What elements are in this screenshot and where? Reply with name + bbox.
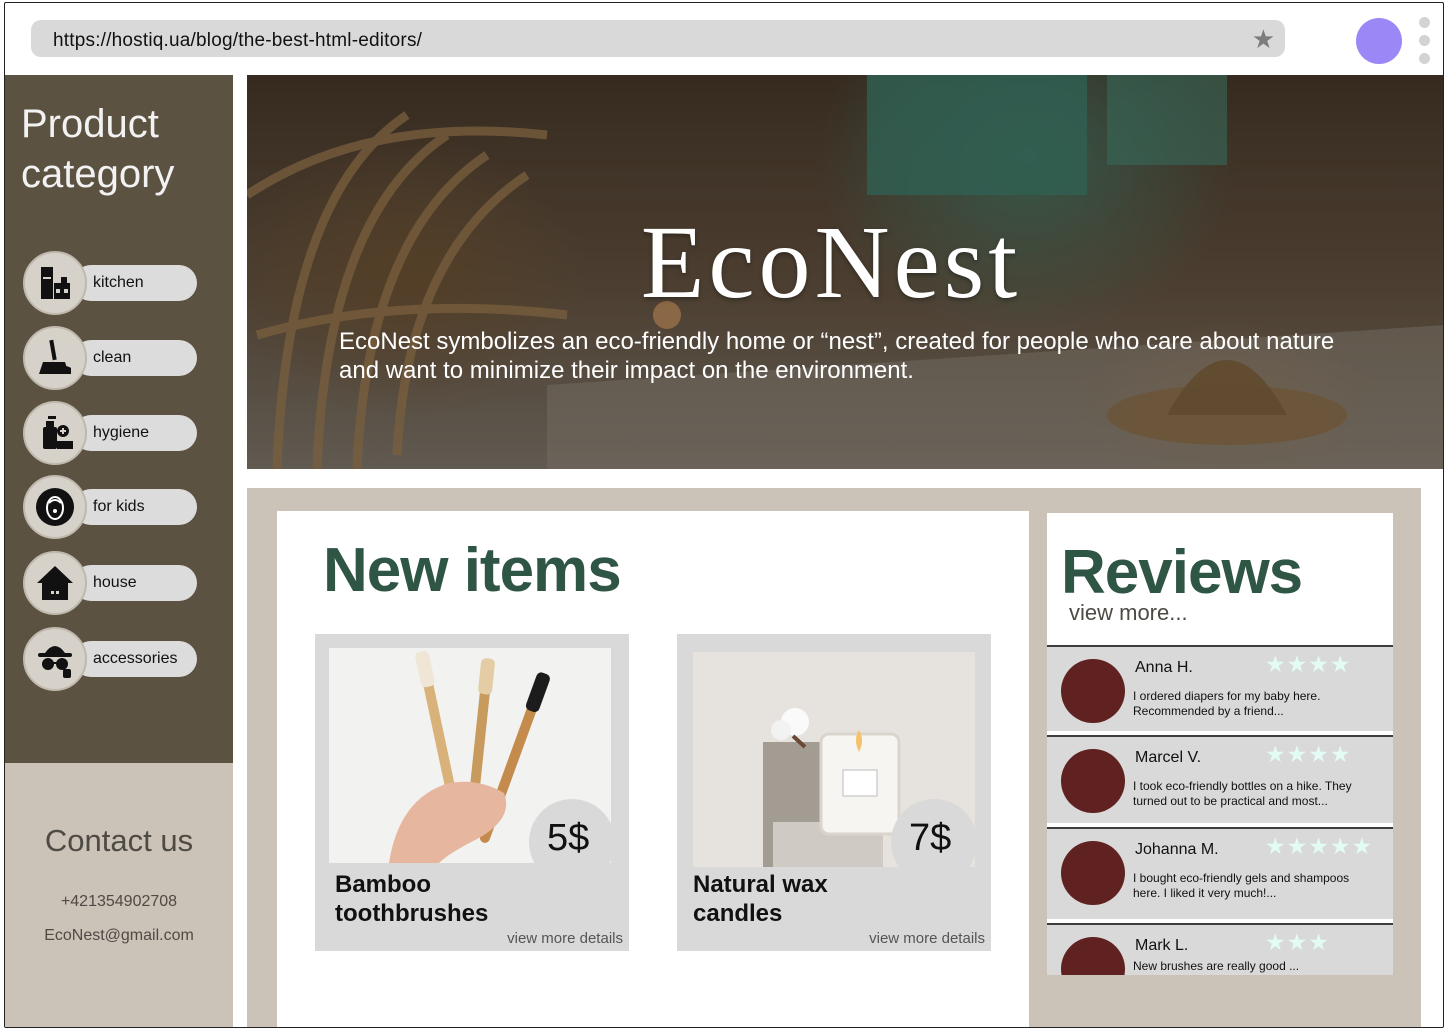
reviews-heading: Reviews [1061,538,1303,607]
soap-icon [23,401,87,465]
category-label: kitchen [93,274,144,291]
review-text: I took eco-friendly bottles on a hike. T… [1133,779,1352,808]
hero-tagline: EcoNest symbolizes an eco-friendly home … [339,328,1335,384]
category-label: for kids [93,498,145,515]
view-more-details-link[interactable]: view more details [869,930,985,947]
category-clean[interactable]: clean [23,326,203,390]
review-item[interactable]: Anna H. ★★★★ I ordered diapers for my ba… [1047,645,1393,731]
hat-glasses-icon [23,627,87,691]
category-accessories[interactable]: accessories [23,627,203,691]
browser-window: https://hostiq.ua/blog/the-best-html-edi… [4,2,1444,1028]
category-for-kids[interactable]: for kids [23,475,203,539]
content-area: New items 5$ Bamboo toothbrushes view mo… [247,488,1421,1027]
baby-icon [23,475,87,539]
review-text: New brushes are really good ... [1133,959,1300,973]
reviewer-avatar [1061,749,1125,813]
reviewer-avatar [1061,841,1125,905]
rating-stars-icon: ★★★★ [1265,741,1352,767]
product-card-bamboo[interactable]: 5$ Bamboo toothbrushes view more details [315,634,629,951]
hero-banner: EcoNest EcoNest symbolizes an eco-friend… [247,75,1443,469]
review-text: I bought eco-friendly gels and shampoos … [1133,871,1350,900]
reviewer-name: Anna H. [1135,659,1193,676]
kitchen-icon [23,251,87,315]
category-label: hygiene [93,424,150,441]
reviews-view-more-link[interactable]: view more... [1069,600,1188,626]
product-name: Bamboo toothbrushes [335,871,489,927]
category-label: clean [93,349,132,366]
review-item[interactable]: Mark L. ★★★ New brushes are really good … [1047,923,1393,975]
new-items-panel: New items 5$ Bamboo toothbrushes view mo… [277,511,1029,1027]
product-price: 5$ [529,799,615,885]
category-kitchen[interactable]: kitchen [23,251,203,315]
contact-phone[interactable]: +421354902708 [5,893,233,911]
category-label: accessories [93,650,178,667]
url-text[interactable]: https://hostiq.ua/blog/the-best-html-edi… [53,30,422,52]
reviewer-name: Mark L. [1135,937,1189,954]
reviews-panel: Reviews view more... Anna H. ★★★★ I orde… [1047,513,1393,975]
category-pill[interactable] [73,340,197,376]
product-name: Natural wax candles [693,871,828,927]
review-item[interactable]: Marcel V. ★★★★ I took eco-friendly bottl… [1047,735,1393,823]
contact-email[interactable]: EcoNest@gmail.com [5,927,233,945]
kebab-menu-icon[interactable] [1419,17,1433,71]
product-card-candles[interactable]: 7$ Natural wax candles view more details [677,634,991,951]
category-house[interactable]: house [23,551,203,615]
category-sidebar: Product category kitchen clean hygiene f [5,75,233,763]
contact-section: Contact us +421354902708 EcoNest@gmail.c… [5,763,233,1027]
rating-stars-icon: ★★★★★ [1265,833,1374,859]
reviewer-name: Johanna M. [1135,841,1219,858]
reviewer-avatar [1061,937,1125,975]
broom-icon [23,326,87,390]
review-item[interactable]: Johanna M. ★★★★★ I bought eco-friendly g… [1047,827,1393,919]
address-bar[interactable]: https://hostiq.ua/blog/the-best-html-edi… [31,20,1285,57]
reviewer-avatar [1061,659,1125,723]
product-price: 7$ [891,799,977,885]
hero-brand-title: EcoNest [640,205,1022,320]
profile-avatar[interactable] [1356,18,1402,64]
category-hygiene[interactable]: hygiene [23,401,203,465]
rating-stars-icon: ★★★★ [1265,651,1352,677]
reviewer-name: Marcel V. [1135,749,1202,766]
category-label: house [93,574,137,591]
view-more-details-link[interactable]: view more details [507,930,623,947]
rating-stars-icon: ★★★ [1265,929,1330,955]
new-items-heading: New items [323,536,622,605]
review-text: I ordered diapers for my baby here. Reco… [1133,689,1321,718]
star-icon[interactable]: ★ [1252,24,1275,55]
contact-title: Contact us [44,823,194,858]
house-icon [23,551,87,615]
sidebar-title: Product category [21,102,175,196]
